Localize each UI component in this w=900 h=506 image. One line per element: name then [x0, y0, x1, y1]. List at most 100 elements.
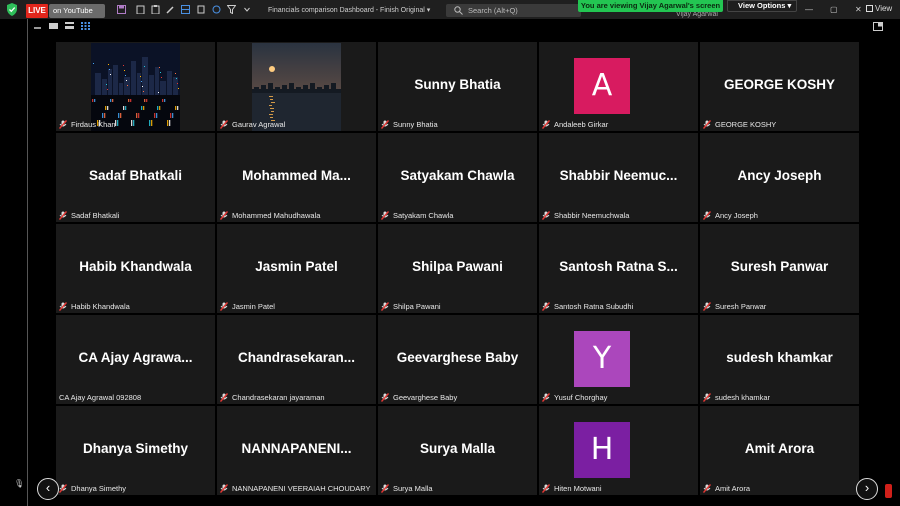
participant-name-text: Dhanya Simethy [71, 484, 127, 493]
participant-tile[interactable]: Satyakam Chawla Satyakam Chawla [378, 133, 537, 222]
participant-tile[interactable]: Sadaf Bhatkali Sadaf Bhatkali [56, 133, 215, 222]
participant-name-text: Shabbir Neemuchwala [554, 211, 630, 220]
paste-icon[interactable] [151, 5, 160, 14]
refresh-icon[interactable] [212, 5, 221, 14]
account-name[interactable]: Vijay Agarwal [676, 11, 718, 18]
participant-display-name: Shabbir Neemuc... [559, 168, 678, 183]
format-painter-icon[interactable] [166, 5, 175, 14]
close-icon[interactable]: ✕ [855, 5, 862, 14]
participant-name-label: Firdaus Khan [59, 119, 116, 130]
participant-display-name: Amit Arora [744, 441, 815, 456]
participant-name-label: Habib Khandwala [59, 301, 130, 312]
muted-mic-icon [542, 484, 554, 493]
participant-name-label: Ancy Joseph [703, 210, 758, 221]
participant-tile[interactable]: Sunny Bhatia Sunny Bhatia [378, 42, 537, 131]
microphone-icon[interactable]: 🎙 [14, 479, 24, 488]
muted-mic-icon [59, 211, 71, 220]
search-placeholder: Search (Alt+Q) [468, 6, 518, 15]
participant-name-label: Shabbir Neemuchwala [542, 210, 629, 221]
participant-display-name: GEORGE KOSHY [723, 77, 836, 92]
participant-gallery: Firdaus Khan Gaurav Agrawal Sunny Bhatia Su… [56, 42, 860, 497]
participant-tile[interactable]: Firdaus Khan [56, 42, 215, 131]
muted-mic-icon [59, 120, 71, 129]
participant-tile[interactable]: Shilpa Pawani Shilpa Pawani [378, 224, 537, 313]
muted-mic-icon [381, 302, 393, 311]
participant-avatar: Y [574, 331, 630, 387]
search-icon [454, 6, 463, 15]
participant-display-name: NANNAPANENI... [241, 441, 352, 456]
participant-tile[interactable]: Mohammed Ma... Mohammed Mahudhawala [217, 133, 376, 222]
restore-icon[interactable]: ▢ [830, 5, 838, 14]
participant-tile[interactable]: Geevarghese Baby Geevarghese Baby [378, 315, 537, 404]
participant-display-name: Habib Khandwala [79, 259, 192, 274]
participant-name-label: Shilpa Pawani [381, 301, 441, 312]
view-options-button[interactable]: View Options ▾ [727, 0, 797, 12]
filter-icon[interactable] [227, 5, 236, 14]
participant-display-name: Shilpa Pawani [412, 259, 503, 274]
speaker-view-icon[interactable] [49, 22, 58, 29]
participant-display-name: Mohammed Ma... [242, 168, 351, 183]
participant-name-text: Satyakam Chawla [393, 211, 454, 220]
leave-indicator [885, 484, 892, 498]
participant-display-name: CA Ajay Agrawa... [78, 350, 193, 365]
save-icon[interactable] [117, 5, 126, 14]
participant-tile[interactable]: Dhanya Simethy Dhanya Simethy [56, 406, 215, 495]
participant-name-label: Geevarghese Baby [381, 392, 457, 403]
gallery-grid-icon[interactable] [81, 22, 90, 30]
participant-name-label: Andaleeb Girkar [542, 119, 608, 130]
participant-tile[interactable]: Jasmin Patel Jasmin Patel [217, 224, 376, 313]
participant-tile[interactable]: Chandrasekaran... Chandrasekaran jayarama… [217, 315, 376, 404]
minimize-window-icon[interactable] [34, 22, 41, 29]
minimize-icon[interactable]: — [805, 5, 813, 14]
participant-name-text: Yusuf Chorghay [554, 393, 608, 402]
participant-name-text: NANNAPANENI VEERAIAH CHOUDARY [232, 484, 371, 493]
participant-tile[interactable]: H Hiten Motwani [539, 406, 698, 495]
participant-tile[interactable]: Habib Khandwala Habib Khandwala [56, 224, 215, 313]
participant-photo [91, 43, 180, 131]
participant-name-label: Sadaf Bhatkali [59, 210, 119, 221]
participant-display-name: Geevarghese Baby [396, 350, 519, 365]
participant-display-name: Santosh Ratna S... [559, 259, 678, 274]
participant-tile[interactable]: A Andaleeb Girkar [539, 42, 698, 131]
gallery-view-icon [866, 5, 873, 12]
participant-tile[interactable]: Surya Malla Surya Malla [378, 406, 537, 495]
participant-tile[interactable]: sudesh khamkar sudesh khamkar [700, 315, 859, 404]
participant-tile[interactable]: Y Yusuf Chorghay [539, 315, 698, 404]
participant-name-text: CA Ajay Agrawal 092808 [59, 393, 142, 402]
dropdown-icon[interactable] [244, 5, 250, 14]
live-badge[interactable]: LIVE [26, 4, 48, 18]
participant-name-text: Santosh Ratna Subudhi [554, 302, 634, 311]
copy-icon[interactable] [197, 5, 206, 14]
youtube-stream-button[interactable]: on YouTube [49, 4, 105, 18]
view-button[interactable]: View [866, 4, 892, 13]
participant-name-label: Satyakam Chawla [381, 210, 453, 221]
muted-mic-icon [220, 393, 232, 402]
participant-display-name: Ancy Joseph [737, 168, 822, 183]
participant-tile[interactable]: Gaurav Agrawal [217, 42, 376, 131]
participant-name-label: GEORGE KOSHY [703, 119, 776, 130]
exit-fullscreen-icon[interactable] [873, 22, 883, 31]
participant-tile[interactable]: Amit Arora Amit Arora [700, 406, 859, 495]
participant-display-name: Chandrasekaran... [237, 350, 356, 365]
participant-tile[interactable]: CA Ajay Agrawa... CA Ajay Agrawal 092808 [56, 315, 215, 404]
participant-tile[interactable]: Ancy Joseph Ancy Joseph [700, 133, 859, 222]
participant-display-name: Surya Malla [419, 441, 496, 456]
strip-view-icon[interactable] [65, 22, 74, 29]
previous-page-button[interactable]: ‹ [37, 478, 59, 500]
participant-name-label: NANNAPANENI VEERAIAH CHOUDARY [220, 483, 371, 494]
participant-name-text: Chandrasekaran jayaraman [232, 393, 325, 402]
muted-mic-icon [381, 393, 393, 402]
participant-tile[interactable]: Shabbir Neemuc... Shabbir Neemuchwala [539, 133, 698, 222]
participant-tile[interactable]: GEORGE KOSHY GEORGE KOSHY [700, 42, 859, 131]
participant-tile[interactable]: Santosh Ratna S... Santosh Ratna Subudhi [539, 224, 698, 313]
participant-display-name: Sunny Bhatia [414, 77, 501, 92]
document-title[interactable]: Financials comparison Dashboard - Finish… [268, 6, 430, 14]
participant-avatar: A [574, 58, 630, 114]
clipboard-icon[interactable] [136, 5, 145, 14]
participant-tile[interactable]: NANNAPANENI... NANNAPANENI VEERAIAH CHOUD… [217, 406, 376, 495]
participant-name-label: Santosh Ratna Subudhi [542, 301, 633, 312]
next-page-button[interactable]: › [856, 478, 878, 500]
search-box[interactable]: Search (Alt+Q) [446, 4, 581, 17]
table-icon[interactable] [181, 5, 190, 14]
participant-tile[interactable]: Suresh Panwar Suresh Panwar [700, 224, 859, 313]
